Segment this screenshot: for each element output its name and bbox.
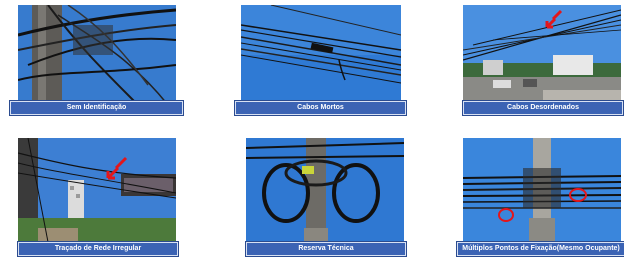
caption-sem-identificacao: Sem Identificação [10,101,183,115]
photo-multiple-fixation-points [463,138,621,242]
photo-dead-cables [241,5,401,105]
photo-disordered-cables-street [463,5,621,105]
photo-technical-reserve-coils [246,138,404,242]
caption-reserva-tecnica: Reserva Técnica [246,242,406,256]
caption-tracado-irregular: Traçado de Rede Irregular [18,242,178,256]
slide: { "photos": [ {"caption": "Sem Identific… [0,0,624,263]
caption-cabos-mortos: Cabos Mortos [235,101,406,115]
photo-pole-unidentified-cables [18,5,176,105]
photo-irregular-network-route [18,138,176,242]
caption-multiplos-pontos: Múltiplos Pontos de Fixação(Mesmo Ocupan… [457,242,624,256]
caption-cabos-desordenados: Cabos Desordenados [463,101,623,115]
